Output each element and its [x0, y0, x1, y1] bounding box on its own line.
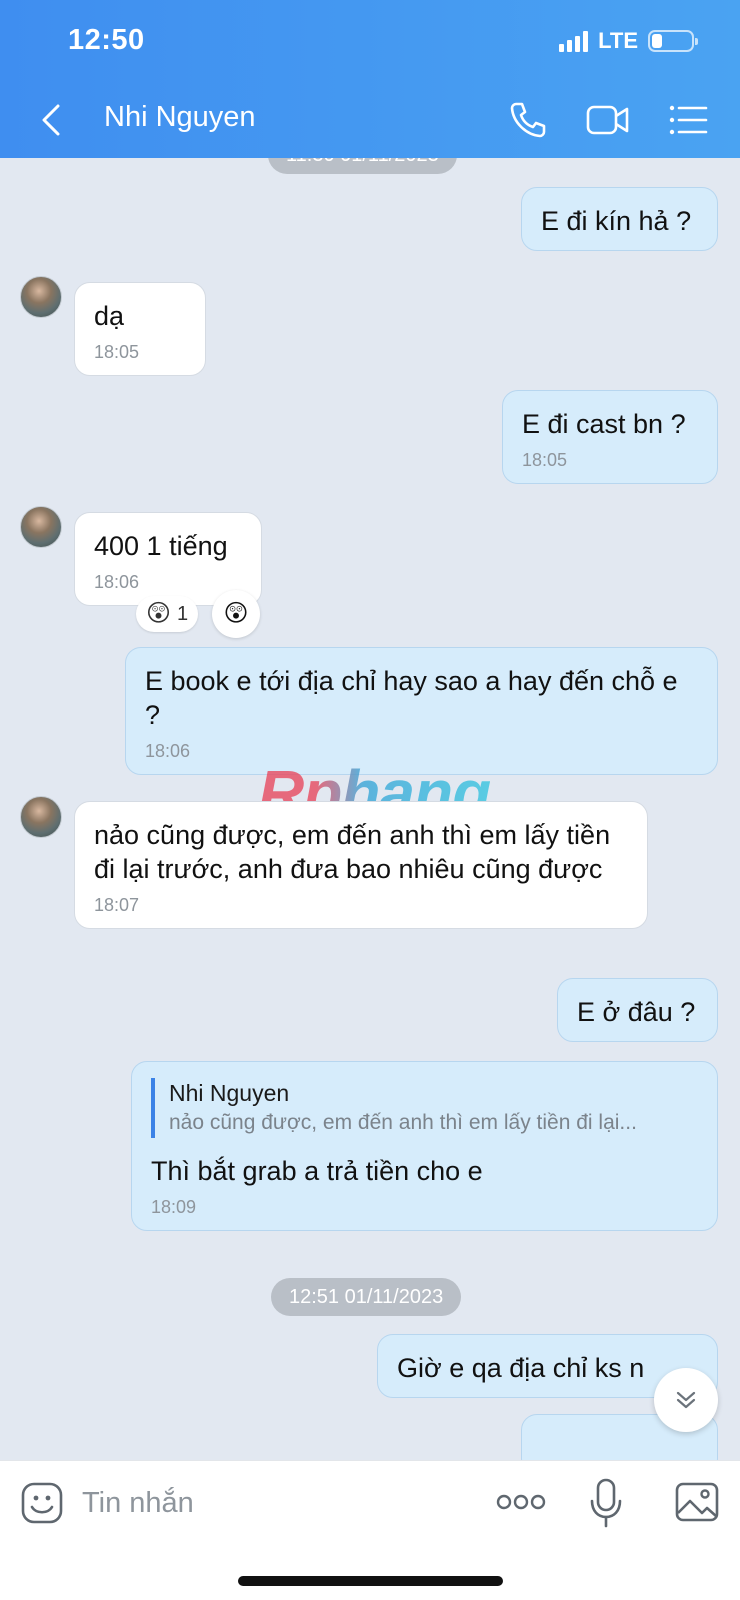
- date-separator: 11:30 01/11/2023: [268, 158, 457, 174]
- reaction-count: 1: [177, 602, 189, 625]
- battery-level: [652, 34, 662, 48]
- add-reaction-button[interactable]: 😲: [212, 590, 260, 638]
- back-icon[interactable]: [34, 100, 70, 140]
- message-text: Giờ e qa địa chỉ ks n: [397, 1353, 645, 1383]
- signal-icon: [559, 30, 589, 52]
- message-time: 18:05: [94, 342, 140, 362]
- status-indicators: LTE: [559, 28, 698, 54]
- home-indicator: [238, 1576, 503, 1586]
- scroll-to-bottom-button[interactable]: [654, 1368, 718, 1432]
- astonished-emoji-icon: 😲: [223, 600, 249, 627]
- message-text: E ở đâu ?: [577, 997, 696, 1027]
- network-label: LTE: [598, 28, 638, 53]
- quoted-text: nảo cũng được, em đến anh thì em lấy tiề…: [169, 1111, 637, 1134]
- message-time: 18:06: [94, 572, 140, 592]
- outgoing-message[interactable]: E ở đâu ?: [557, 978, 718, 1042]
- menu-list-icon[interactable]: [664, 96, 712, 144]
- chat-header: 12:50 LTE Nhi Nguyen: [0, 0, 740, 158]
- message-text: E đi cast bn ?: [522, 409, 686, 439]
- quoted-message[interactable]: Nhi Nguyen nảo cũng được, em đến anh thì…: [151, 1078, 698, 1138]
- message-input[interactable]: [82, 1479, 462, 1527]
- image-icon[interactable]: [674, 1479, 720, 1525]
- incoming-message[interactable]: nảo cũng được, em đến anh thì em lấy tiề…: [74, 801, 648, 929]
- contact-avatar[interactable]: [20, 276, 62, 318]
- message-text: E đi kín hả ?: [541, 206, 692, 236]
- phone-icon[interactable]: [504, 96, 552, 144]
- emoji-sticker-icon[interactable]: [20, 1481, 64, 1525]
- outgoing-message[interactable]: E đi cast bn ? 18:05: [502, 390, 718, 484]
- outgoing-reply-message[interactable]: Nhi Nguyen nảo cũng được, em đến anh thì…: [131, 1061, 718, 1231]
- nav-bar: Nhi Nguyen: [0, 90, 740, 150]
- reaction-summary[interactable]: 😲 1: [136, 596, 199, 632]
- chevron-double-down-icon: [676, 1391, 696, 1409]
- message-text: Thì bắt grab a trả tiền cho e: [151, 1156, 483, 1186]
- more-dots-icon[interactable]: [496, 1487, 546, 1517]
- message-list[interactable]: 11:30 01/11/2023 E đi kín hả ? dạ 18:05 …: [0, 158, 740, 1460]
- message-time: 18:09: [151, 1197, 197, 1217]
- incoming-message[interactable]: dạ 18:05: [74, 282, 206, 376]
- message-text: E book e tới địa chỉ hay sao a hay đến c…: [145, 666, 678, 730]
- message-text: 400 1 tiếng: [94, 531, 228, 561]
- message-time: 18:05: [522, 450, 568, 470]
- message-text: dạ: [94, 301, 125, 331]
- quoted-sender: Nhi Nguyen: [169, 1080, 290, 1106]
- message-text: nảo cũng được, em đến anh thì em lấy tiề…: [94, 820, 611, 884]
- contact-avatar[interactable]: [20, 796, 62, 838]
- video-call-icon[interactable]: [584, 96, 632, 144]
- battery-icon: [648, 30, 698, 52]
- astonished-emoji-icon: 😲: [146, 600, 172, 627]
- contact-avatar[interactable]: [20, 506, 62, 548]
- date-separator: 12:51 01/11/2023: [271, 1278, 462, 1316]
- contact-name[interactable]: Nhi Nguyen: [104, 101, 256, 134]
- outgoing-message[interactable]: E đi kín hả ?: [521, 187, 718, 251]
- status-time: 12:50: [68, 24, 145, 56]
- microphone-icon[interactable]: [588, 1477, 624, 1529]
- message-time: 18:07: [94, 895, 140, 915]
